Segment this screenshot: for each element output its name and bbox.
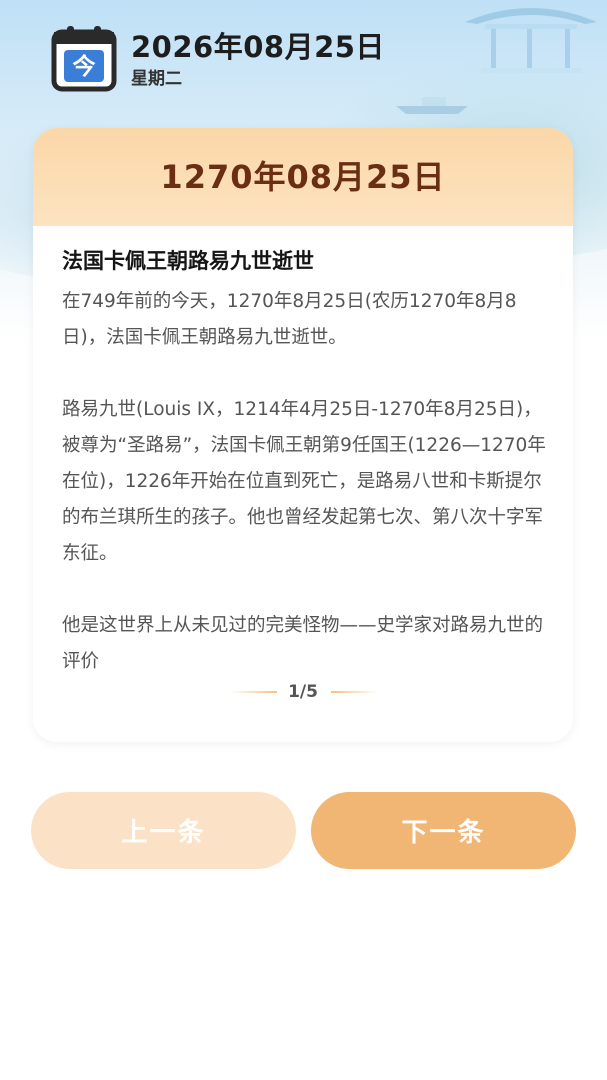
pager-decoration-right	[331, 691, 379, 693]
date-header: 今 2026年08月25日 星期二	[51, 24, 571, 96]
card-header: 1270年08月25日	[33, 128, 573, 226]
history-event-card: 1270年08月25日 法国卡佩王朝路易九世逝世 在749年前的今天，1270年…	[33, 128, 573, 742]
event-paragraph: 在749年前的今天，1270年8月25日(农历1270年8月8日)，法国卡佩王朝…	[62, 291, 517, 348]
event-paragraph: 他是这世界上从未见过的完美怪物——史学家对路易九世的评价	[62, 615, 544, 672]
event-paragraph: 路易九世(Louis IX，1214年4月25日-1270年8月25日)，被尊为…	[62, 399, 546, 564]
event-description: 在749年前的今天，1270年8月25日(农历1270年8月8日)，法国卡佩王朝…	[62, 284, 552, 680]
page-count: 1/5	[288, 682, 318, 702]
current-weekday: 星期二	[131, 69, 182, 89]
calendar-icon-label: 今	[73, 53, 96, 80]
previous-button[interactable]: 上一条	[31, 792, 296, 869]
event-title: 法国卡佩王朝路易九世逝世	[62, 249, 314, 273]
page-indicator: 1/5	[33, 680, 573, 704]
calendar-icon: 今	[51, 26, 117, 92]
pager-decoration-left	[229, 691, 277, 693]
current-date: 2026年08月25日	[131, 30, 385, 64]
next-button[interactable]: 下一条	[311, 792, 576, 869]
event-date: 1270年08月25日	[160, 158, 446, 196]
